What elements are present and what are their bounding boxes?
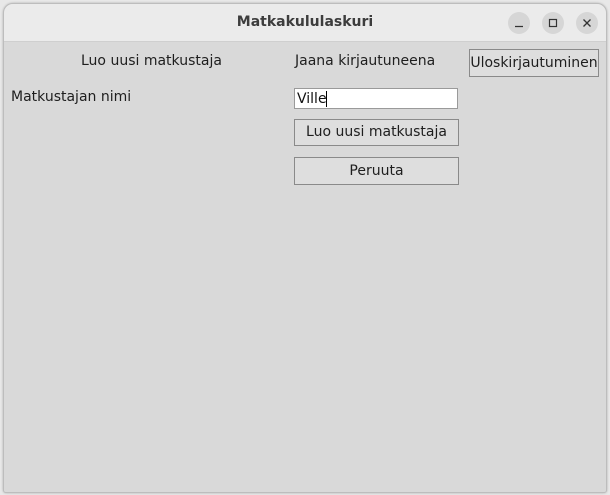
traveler-name-input[interactable] [294,88,458,109]
main-content: Luo uusi matkustaja Jaana kirjautuneena … [4,42,606,492]
logout-button[interactable]: Uloskirjautuminen [469,49,599,77]
title-bar: Matkakululaskuri [4,4,606,42]
app-window: Matkakululaskuri Luo uusi matkustaja Jaa… [3,3,607,493]
create-traveler-button[interactable]: Luo uusi matkustaja [294,119,459,146]
minimize-button[interactable] [508,12,530,34]
minimize-icon [515,25,523,28]
close-icon [583,19,591,27]
traveler-name-label: Matkustajan nimi [11,89,132,105]
page-heading: Luo uusi matkustaja [81,53,222,69]
maximize-button[interactable] [542,12,564,34]
maximize-icon [548,18,558,28]
logged-in-status: Jaana kirjautuneena [295,53,436,69]
cancel-button[interactable]: Peruuta [294,157,459,185]
text-cursor [326,91,327,107]
close-button[interactable] [576,12,598,34]
